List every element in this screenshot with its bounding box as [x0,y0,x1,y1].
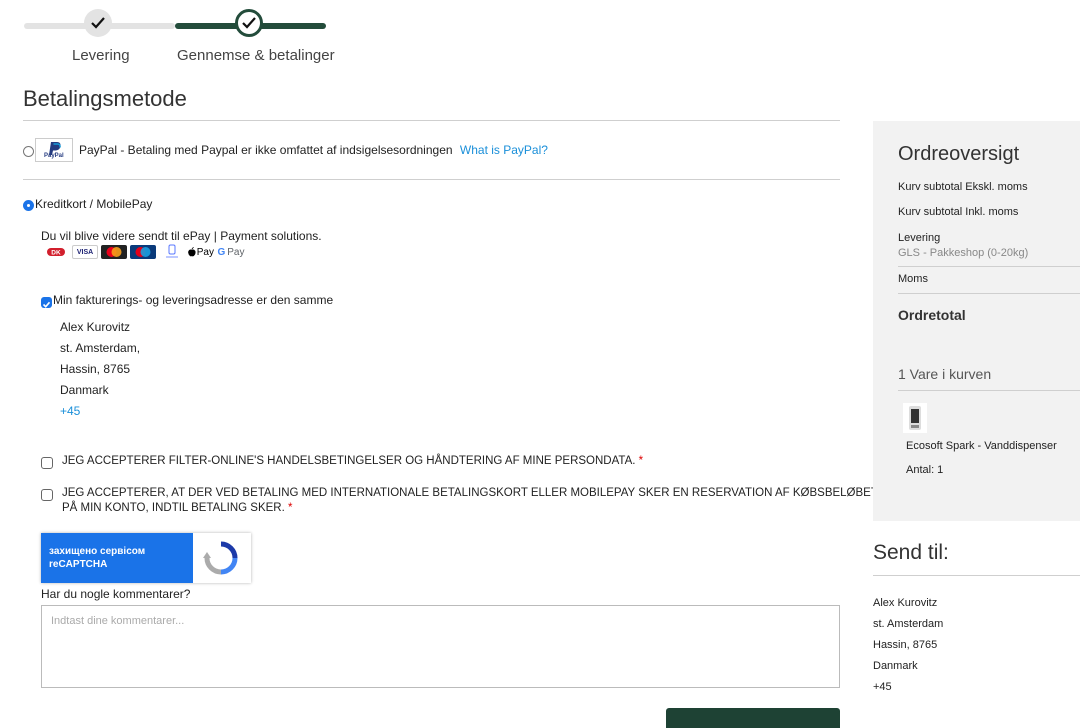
submit-order-button[interactable] [666,708,840,728]
product-thumbnail [903,403,927,433]
subtotal-incl-label: Kurv subtotal Inkl. moms [898,206,1019,218]
accept-reservation-checkbox[interactable] [41,489,53,501]
order-summary-title: Ordreoversigt [898,143,1020,165]
step-review-circle [235,9,263,37]
divider [23,120,840,121]
comments-label: Har du nogle kommentarer? [41,587,191,601]
check-icon [242,17,256,29]
maestro-icon [130,245,156,259]
ship-to-country: Danmark [873,660,918,672]
recaptcha-widget[interactable]: захищено сервісом reCAPTCHA [41,533,251,583]
same-address-label: Min fakturerings- og leveringsadresse er… [53,293,334,307]
address-city: Hassin, 8765 [60,362,131,376]
ship-to-title: Send til: [873,541,949,564]
product-qty: Antal: 1 [906,464,944,476]
paypal-radio[interactable] [23,146,34,157]
svg-text:DK: DK [51,250,61,257]
check-icon [91,17,105,29]
delivery-method: GLS - Pakkeshop (0-20kg) [898,247,1029,259]
order-total-label: Ordretotal [898,307,966,323]
recaptcha-icon [203,540,239,576]
what-is-paypal-link[interactable]: What is PayPal? [460,143,548,157]
google-pay-icon: G Pay [217,246,245,258]
divider [898,390,1080,391]
accept-reservation-label-line1: JEG ACCEPTERER, AT DER VED BETALING MED … [62,487,878,499]
step-levering-label[interactable]: Levering [72,47,130,64]
paypal-logo: PayPal [35,138,73,162]
vat-label: Moms [898,273,928,285]
visa-icon: VISA [72,245,98,259]
delivery-label: Levering [898,232,941,244]
ship-to-name: Alex Kurovitz [873,597,938,609]
address-country: Danmark [60,383,109,397]
step-levering-circle[interactable] [84,9,112,37]
accept-terms-label: JEG ACCEPTERER FILTER-ONLINE'S HANDELSBE… [62,455,644,467]
divider [898,293,1080,294]
paypal-label: PayPal - Betaling med Paypal er ikke omf… [79,143,548,157]
product-name[interactable]: Ecosoft Spark - Vanddispenser [906,440,1057,452]
epay-info: Du vil blive videre sendt til ePay | Pay… [41,229,322,243]
recaptcha-label-panel: захищено сервісом reCAPTCHA [41,533,193,583]
apple-pay-icon: Pay [188,245,214,259]
comments-textarea[interactable] [41,605,840,688]
ship-to-phone-link[interactable]: +45 [873,681,892,693]
accept-reservation-label-line2: PÅ MIN KONTO, INDTIL BETALING SKER. * [62,502,293,514]
card-radio[interactable] [23,200,34,211]
payment-method-title: Betalingsmetode [23,86,187,111]
mobilepay-icon [162,244,182,260]
subtotal-excl-label: Kurv subtotal Ekskl. moms [898,181,1028,193]
card-label: Kreditkort / MobilePay [35,197,153,211]
address-name: Alex Kurovitz [60,320,131,334]
ship-to-city: Hassin, 8765 [873,639,938,651]
same-address-checkbox[interactable] [41,297,52,308]
mastercard-icon [101,245,127,259]
divider [23,179,840,180]
ship-to-street: st. Amsterdam [873,618,944,630]
order-summary-panel: Ordreoversigt Kurv subtotal Ekskl. moms … [873,121,1080,521]
step-review-label: Gennemse & betalinger [177,47,335,64]
accept-terms-checkbox[interactable] [41,457,53,469]
divider [873,575,1080,576]
dankort-icon: DK [45,245,67,259]
address-phone-link[interactable]: +45 [60,404,80,418]
divider [898,266,1080,267]
address-street: st. Amsterdam, [60,341,141,355]
cart-count: 1 Vare i kurven [898,366,992,382]
